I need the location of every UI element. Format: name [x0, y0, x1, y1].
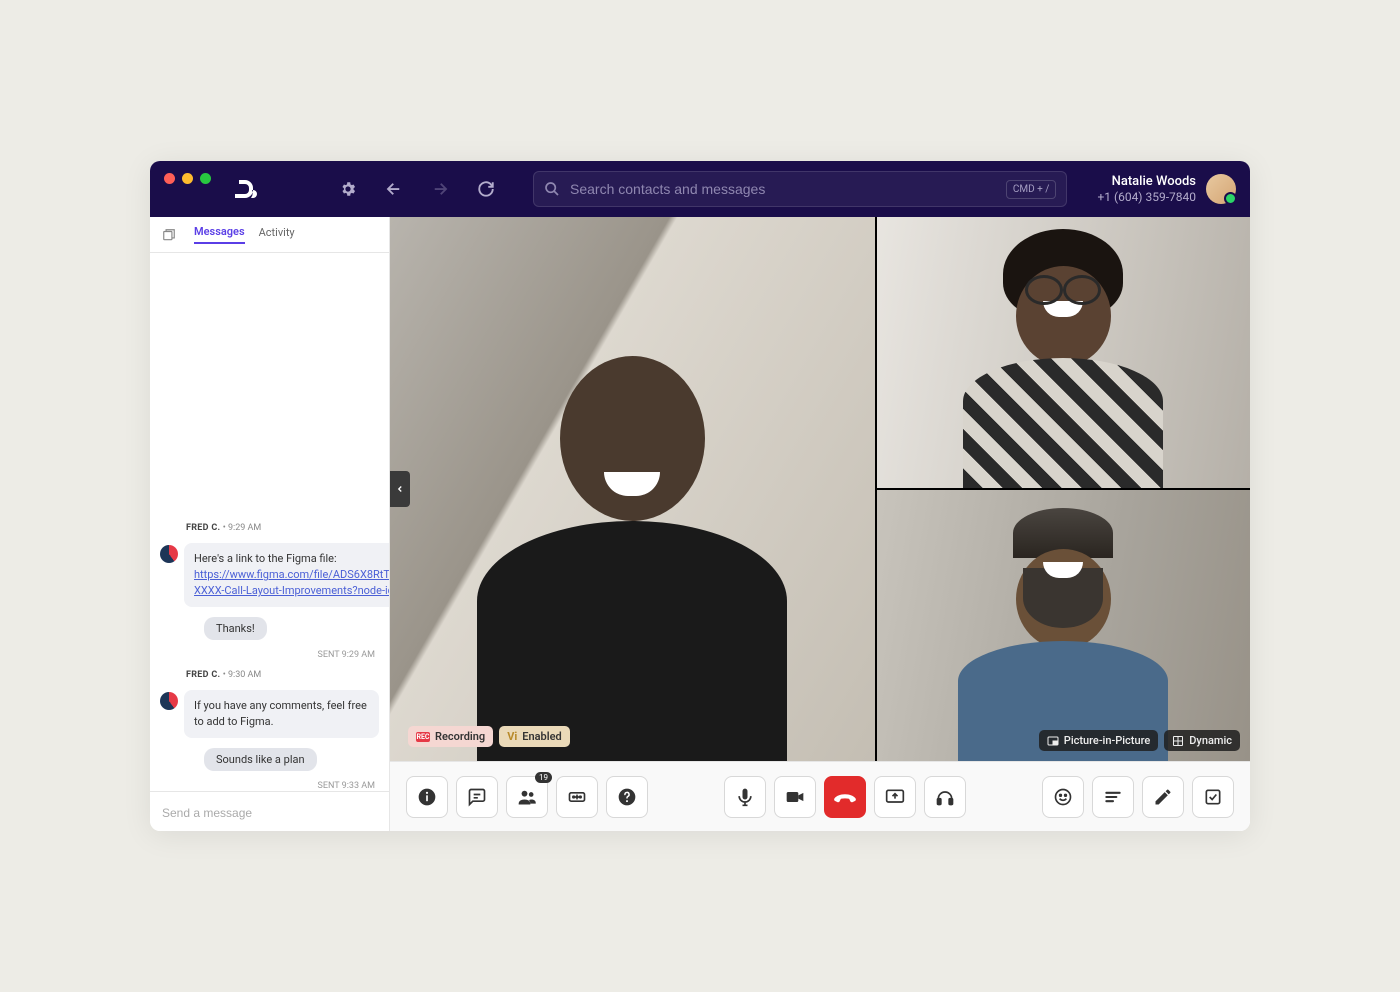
video-tile-main: REC Recording Vi Enabled	[390, 217, 875, 761]
video-tile-secondary	[877, 217, 1250, 488]
maximize-window-button[interactable]	[200, 173, 211, 184]
search-bar[interactable]: CMD + /	[533, 171, 1067, 207]
reply-row: Sounds like a plan	[160, 748, 379, 771]
message-meta: FRED C. • 9:30 AM	[160, 670, 379, 680]
message-bubble: Here's a link to the Figma file: https:/…	[184, 543, 389, 607]
user-avatar[interactable]	[1206, 174, 1236, 204]
video-tile-tertiary: Picture-in-Picture Dynamic	[877, 490, 1250, 761]
message-row: If you have any comments, feel free to a…	[160, 690, 379, 738]
window-controls	[164, 173, 211, 184]
search-icon	[544, 181, 560, 197]
figma-link[interactable]: https://www.figma.com/file/ADS6X8RtTSlH9…	[194, 568, 389, 597]
vi-icon: Vi	[507, 730, 517, 743]
sent-timestamp: SENT 9:29 AM	[160, 650, 379, 660]
dynamic-layout-toggle[interactable]: Dynamic	[1164, 730, 1240, 751]
screenshare-button[interactable]	[874, 776, 916, 818]
pip-toggle[interactable]: Picture-in-Picture	[1039, 730, 1158, 751]
sent-timestamp: SENT 9:33 AM	[160, 781, 379, 791]
record-icon: REC	[416, 732, 430, 742]
recording-indicator: REC Recording	[408, 726, 493, 747]
app-window: CMD + / Natalie Woods +1 (604) 359-7840 …	[150, 161, 1250, 831]
reply-bubble: Sounds like a plan	[204, 748, 317, 771]
user-name: Natalie Woods	[1097, 174, 1196, 190]
minimize-window-button[interactable]	[182, 173, 193, 184]
message-bubble: If you have any comments, feel free to a…	[184, 690, 379, 738]
search-input[interactable]	[570, 181, 996, 197]
messages-list: FRED C. • 9:29 AM Here's a link to the F…	[150, 253, 389, 791]
reactions-button[interactable]	[1042, 776, 1084, 818]
user-info: Natalie Woods +1 (604) 359-7840	[1097, 174, 1196, 204]
tab-messages[interactable]: Messages	[194, 225, 245, 244]
compose-area	[150, 791, 389, 831]
tab-activity[interactable]: Activity	[259, 226, 295, 243]
audio-settings-button[interactable]	[924, 776, 966, 818]
user-phone: +1 (604) 359-7840	[1097, 190, 1196, 204]
sender-avatar	[160, 692, 178, 710]
panels-icon[interactable]	[162, 228, 176, 242]
annotate-button[interactable]	[1142, 776, 1184, 818]
chat-sidebar: Messages Activity FRED C. • 9:29 AM Here…	[150, 217, 390, 831]
reply-bubble: Thanks!	[204, 617, 267, 640]
camera-button[interactable]	[774, 776, 816, 818]
nav-forward-button	[423, 172, 457, 206]
participants-button[interactable]: 19	[506, 776, 548, 818]
info-button[interactable]	[406, 776, 448, 818]
vi-indicator: Vi Enabled	[499, 726, 570, 747]
app-logo	[235, 180, 259, 198]
sidebar-tabs: Messages Activity	[150, 217, 389, 253]
main-area: REC Recording Vi Enabled	[390, 217, 1250, 831]
nav-back-button[interactable]	[377, 172, 411, 206]
reply-row: Thanks!	[160, 617, 379, 640]
notes-button[interactable]	[1092, 776, 1134, 818]
chat-button[interactable]	[456, 776, 498, 818]
video-stage: REC Recording Vi Enabled	[390, 217, 1250, 761]
message-row: Here's a link to the Figma file: https:/…	[160, 543, 379, 607]
titlebar: CMD + / Natalie Woods +1 (604) 359-7840	[150, 161, 1250, 217]
call-toolbar: 19	[390, 761, 1250, 831]
collapse-sidebar-handle[interactable]	[390, 471, 410, 507]
mute-button[interactable]	[724, 776, 766, 818]
refresh-button[interactable]	[469, 172, 503, 206]
participants-count-badge: 19	[535, 772, 552, 783]
tasks-button[interactable]	[1192, 776, 1234, 818]
settings-button[interactable]	[331, 172, 365, 206]
sender-avatar	[160, 545, 178, 563]
help-button[interactable]	[606, 776, 648, 818]
dialpad-button[interactable]	[556, 776, 598, 818]
user-menu[interactable]: Natalie Woods +1 (604) 359-7840	[1097, 174, 1236, 204]
search-shortcut-hint: CMD + /	[1006, 180, 1057, 199]
compose-input[interactable]	[162, 806, 377, 820]
close-window-button[interactable]	[164, 173, 175, 184]
message-meta: FRED C. • 9:29 AM	[160, 523, 379, 533]
end-call-button[interactable]	[824, 776, 866, 818]
